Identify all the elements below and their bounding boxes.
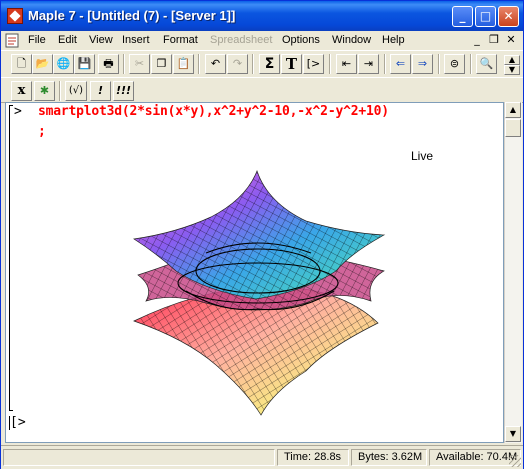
status-time: Time: 28.8s [277,449,349,466]
plot-3d-surface[interactable] [6,103,504,443]
execute-icon[interactable]: ! [90,81,111,101]
menu-options[interactable]: Options [282,34,320,46]
maximize-button[interactable]: □ [475,6,496,27]
menu-spreadsheet[interactable]: Spreadsheet [210,34,272,46]
window-title: Maple 7 - [Untitled (7) - [Server 1]] [28,8,236,23]
undo-icon[interactable]: ↶ [205,54,226,74]
main-toolbar: 🗋 📂 🌐 💾 🖶 ✂ ❐ 📋 ↶ ↷ Σ T [> ⇤ ⇥ ⇐ ⇒ ⊜ 🔍 ▲… [1,50,523,78]
outdent-icon[interactable]: ⇤ [336,54,357,74]
title-bar[interactable]: Maple 7 - [Untitled (7) - [Server 1]] _ … [1,1,523,31]
forward-arrow-icon[interactable]: ⇒ [412,54,433,74]
mdi-close-button[interactable]: ✕ [503,33,519,47]
back-arrow-icon[interactable]: ⇐ [390,54,411,74]
scroll-up-button[interactable]: ▲ [505,102,521,118]
copy-icon[interactable]: ❐ [151,54,172,74]
resize-grip[interactable] [509,455,521,467]
status-bar: Time: 28.8s Bytes: 3.62M Available: 70.4… [1,445,523,469]
worksheet[interactable]: > smartplot3d(2*sin(x*y),x^2+y^2-10,-x^2… [5,102,504,443]
insert-input-icon[interactable]: [> [303,54,324,74]
status-message [3,449,275,466]
maple-leaf-icon[interactable]: ✱ [34,81,55,101]
toolbar-separator [470,54,472,74]
menu-help[interactable]: Help [382,34,405,46]
document-menu-icon[interactable] [5,33,20,48]
cut-icon[interactable]: ✂ [129,54,150,74]
status-bytes: Bytes: 3.62M [351,449,427,466]
toolbar-scroll-down[interactable]: ▼ [504,65,520,75]
text-mode-icon[interactable]: T [281,54,302,74]
context-toolbar: x ✱ (√) ! !!! [1,77,523,103]
minimize-button[interactable]: _ [452,6,473,27]
zoom-icon[interactable]: 🔍 [476,54,497,74]
open-url-icon[interactable]: 🌐 [53,54,74,74]
text-input-icon[interactable]: x [11,81,32,101]
menu-file[interactable]: File [28,34,46,46]
toolbar-separator [123,54,125,74]
mdi-restore-button[interactable]: ❐ [486,33,502,47]
mdi-minimize-button[interactable]: _ [469,33,485,47]
open-folder-icon[interactable]: 📂 [32,54,53,74]
menu-window[interactable]: Window [332,34,371,46]
menu-view[interactable]: View [89,34,113,46]
scroll-down-button[interactable]: ▼ [505,426,521,442]
indent-icon[interactable]: ⇥ [358,54,379,74]
stop-icon[interactable]: ⊜ [444,54,465,74]
toolbar-scroll-up[interactable]: ▲ [504,55,520,65]
menu-format[interactable]: Format [163,34,198,46]
execute-all-icon[interactable]: !!! [113,81,134,101]
toolbar-separator [59,81,61,101]
redo-icon[interactable]: ↷ [227,54,248,74]
vertical-scrollbar[interactable]: ▲ ▼ [504,102,522,443]
save-icon[interactable]: 💾 [74,54,95,74]
menu-bar: File Edit View Insert Format Spreadsheet… [1,31,523,50]
empty-input-prompt[interactable]: [> [10,415,26,430]
paste-icon[interactable]: 📋 [173,54,194,74]
toolbar-separator [198,54,200,74]
menu-insert[interactable]: Insert [122,34,150,46]
status-available: Available: 70.4M [429,449,521,466]
toolbar-separator [438,54,440,74]
parentheses-icon[interactable]: (√) [65,81,87,101]
menu-edit[interactable]: Edit [58,34,77,46]
toolbar-separator [252,54,254,74]
close-button[interactable]: ✕ [498,6,519,27]
toolbar-separator [329,54,331,74]
toolbar-separator [384,54,386,74]
maple-window: Maple 7 - [Untitled (7) - [Server 1]] _ … [0,0,524,469]
sigma-icon[interactable]: Σ [259,54,280,74]
new-doc-icon[interactable]: 🗋 [11,54,32,74]
scroll-thumb[interactable] [505,119,521,137]
maple-app-icon[interactable] [7,8,23,24]
print-icon[interactable]: 🖶 [98,54,119,74]
